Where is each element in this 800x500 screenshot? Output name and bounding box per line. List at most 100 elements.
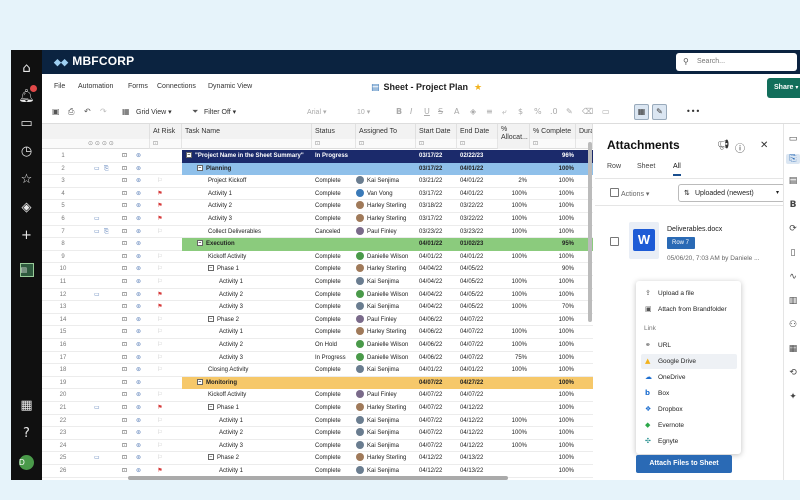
allocation-cell[interactable]: [498, 238, 530, 251]
status-cell[interactable]: [312, 163, 356, 176]
comment-icon[interactable]: ▭: [94, 226, 102, 239]
end-date-cell[interactable]: 04/07/22: [457, 339, 498, 352]
column-header-at-risk[interactable]: At Risk: [150, 124, 182, 139]
row-number[interactable]: 26: [42, 465, 84, 478]
status-cell[interactable]: Complete: [312, 200, 356, 213]
create-plus-icon[interactable]: +: [11, 225, 42, 245]
column-header-end-date[interactable]: End Date: [457, 124, 498, 139]
allocation-cell[interactable]: 100%: [498, 326, 530, 339]
at-risk-flag-icon[interactable]: ⚑: [150, 200, 170, 213]
end-date-cell[interactable]: 04/05/22: [457, 301, 498, 314]
row-number[interactable]: 21: [42, 402, 84, 415]
duration-cell[interactable]: [576, 339, 593, 352]
browse-folder-icon[interactable]: ▭: [11, 113, 42, 133]
table-row[interactable]: 4 ⊡ ⊛ ⚑ Activity 1 Complete Van Vong 03/17/22 04…: [42, 188, 593, 201]
close-icon[interactable]: ✕: [760, 140, 768, 151]
at-risk-flag-icon[interactable]: ⚐: [150, 263, 170, 276]
at-risk-flag-icon[interactable]: ⚐: [150, 389, 170, 402]
table-row[interactable]: 11 ⊡ ⊛ ⚐ Activity 1 Complete Kai Senjima 04/04/…: [42, 276, 593, 289]
row-number[interactable]: 14: [42, 314, 84, 327]
highlight-icon[interactable]: ▭: [602, 107, 610, 116]
comment-icon[interactable]: ▭: [94, 163, 102, 176]
sort-select[interactable]: ⇅ Uploaded (newest) ▾: [678, 184, 785, 202]
row-number[interactable]: 9: [42, 251, 84, 264]
allocation-cell[interactable]: 100%: [498, 251, 530, 264]
word-file-icon[interactable]: W: [629, 222, 659, 259]
start-date-cell[interactable]: 03/17/22: [416, 163, 457, 176]
percent-complete-cell[interactable]: 100%: [530, 251, 576, 264]
end-date-cell[interactable]: 04/07/22: [457, 389, 498, 402]
task-name-cell[interactable]: Kickoff Activity: [182, 251, 310, 264]
duration-cell[interactable]: [576, 364, 593, 377]
task-name-cell[interactable]: Activity 3: [182, 352, 310, 365]
at-risk-flag-icon[interactable]: ⚐: [150, 175, 170, 188]
sheet-title[interactable]: ▤ Sheet - Project Plan ★: [371, 82, 482, 93]
allocation-cell[interactable]: 100%: [498, 226, 530, 239]
reports-icon[interactable]: ▦: [786, 344, 800, 354]
workapps-icon[interactable]: ◈: [11, 197, 42, 217]
start-date-cell[interactable]: 04/06/22: [416, 326, 457, 339]
at-risk-flag-icon[interactable]: ⚑: [150, 213, 170, 226]
start-date-cell[interactable]: 04/12/22: [416, 452, 457, 465]
notifications-icon[interactable]: 🔔︎: [11, 86, 42, 106]
proofing-icon[interactable]: ⊛: [136, 452, 145, 465]
percent-complete-cell[interactable]: 100%: [530, 352, 576, 365]
select-all-checkbox[interactable]: [610, 188, 619, 197]
end-date-cell[interactable]: 04/05/22: [457, 276, 498, 289]
proofing-icon[interactable]: ⊛: [136, 289, 145, 302]
duration-cell[interactable]: [576, 352, 593, 365]
allocation-cell[interactable]: [498, 150, 530, 163]
duration-cell[interactable]: [576, 465, 593, 478]
percent-complete-cell[interactable]: 70%: [530, 301, 576, 314]
percent-complete-cell[interactable]: 100%: [530, 163, 576, 176]
collapse-toggle-icon[interactable]: −: [208, 265, 214, 272]
task-name-cell[interactable]: − Phase 2: [182, 452, 310, 465]
table-row[interactable]: 24 ⊡ ⊛ ⚐ Activity 3 Complete Kai Senjima 04/07/…: [42, 440, 593, 453]
assigned-cell[interactable]: Danielle Wilson: [356, 251, 416, 264]
row-number[interactable]: 10: [42, 263, 84, 276]
status-cell[interactable]: Canceled: [312, 226, 356, 239]
task-name-cell[interactable]: Activity 2: [182, 289, 310, 302]
task-name-cell[interactable]: Kickoff Activity: [182, 389, 310, 402]
assigned-cell[interactable]: Kai Senjima: [356, 175, 416, 188]
start-date-cell[interactable]: 04/01/22: [416, 364, 457, 377]
start-date-cell[interactable]: 04/06/22: [416, 339, 457, 352]
row-number[interactable]: 11: [42, 276, 84, 289]
filter-button[interactable]: Filter Off ▾: [204, 108, 236, 116]
help-icon[interactable]: ?: [11, 423, 42, 443]
table-row[interactable]: 23 ⊡ ⊛ ⚐ Activity 2 Complete Kai Senjima 04/07/…: [42, 427, 593, 440]
column-header-task-name[interactable]: Task Name: [182, 124, 312, 139]
assigned-cell[interactable]: Danielle Wilson: [356, 352, 416, 365]
at-risk-flag-icon[interactable]: ⚐: [150, 452, 170, 465]
status-cell[interactable]: Complete: [312, 314, 356, 327]
comment-icon[interactable]: ▭: [94, 402, 102, 415]
proofing-icon[interactable]: ⊛: [136, 352, 145, 365]
task-name-cell[interactable]: Activity 1: [182, 276, 310, 289]
save-icon[interactable]: ▣: [52, 107, 60, 116]
horizontal-scrollbar[interactable]: [128, 476, 508, 480]
undo-icon[interactable]: ↶: [84, 107, 91, 116]
end-date-cell[interactable]: 03/23/22: [457, 226, 498, 239]
menu-forms[interactable]: Forms: [128, 83, 148, 90]
end-date-cell[interactable]: 04/07/22: [457, 326, 498, 339]
row-number[interactable]: 5: [42, 200, 84, 213]
row-badge[interactable]: Row 7: [667, 237, 695, 249]
assigned-cell[interactable]: Harley Sterling: [356, 213, 416, 226]
task-name-cell[interactable]: Activity 3: [182, 301, 310, 314]
percent-complete-cell[interactable]: 100%: [530, 213, 576, 226]
end-date-cell[interactable]: 04/01/22: [457, 163, 498, 176]
proofing-icon[interactable]: ▤: [786, 176, 800, 186]
solution-center-icon[interactable]: ▤: [11, 260, 42, 280]
forms-icon[interactable]: ▥: [786, 296, 800, 306]
start-date-cell[interactable]: 04/04/22: [416, 276, 457, 289]
percent-complete-cell[interactable]: 100%: [530, 289, 576, 302]
status-cell[interactable]: On Hold: [312, 339, 356, 352]
status-cell[interactable]: Complete: [312, 276, 356, 289]
row-number[interactable]: 16: [42, 339, 84, 352]
duration-cell[interactable]: [576, 389, 593, 402]
menu-dynamic-view[interactable]: Dynamic View: [208, 83, 252, 90]
tab-all[interactable]: All: [673, 163, 681, 176]
onedrive-option[interactable]: ☁ OneDrive: [641, 370, 737, 385]
proofing-icon[interactable]: ⊛: [136, 364, 145, 377]
task-name-cell[interactable]: Activity 1: [182, 188, 310, 201]
